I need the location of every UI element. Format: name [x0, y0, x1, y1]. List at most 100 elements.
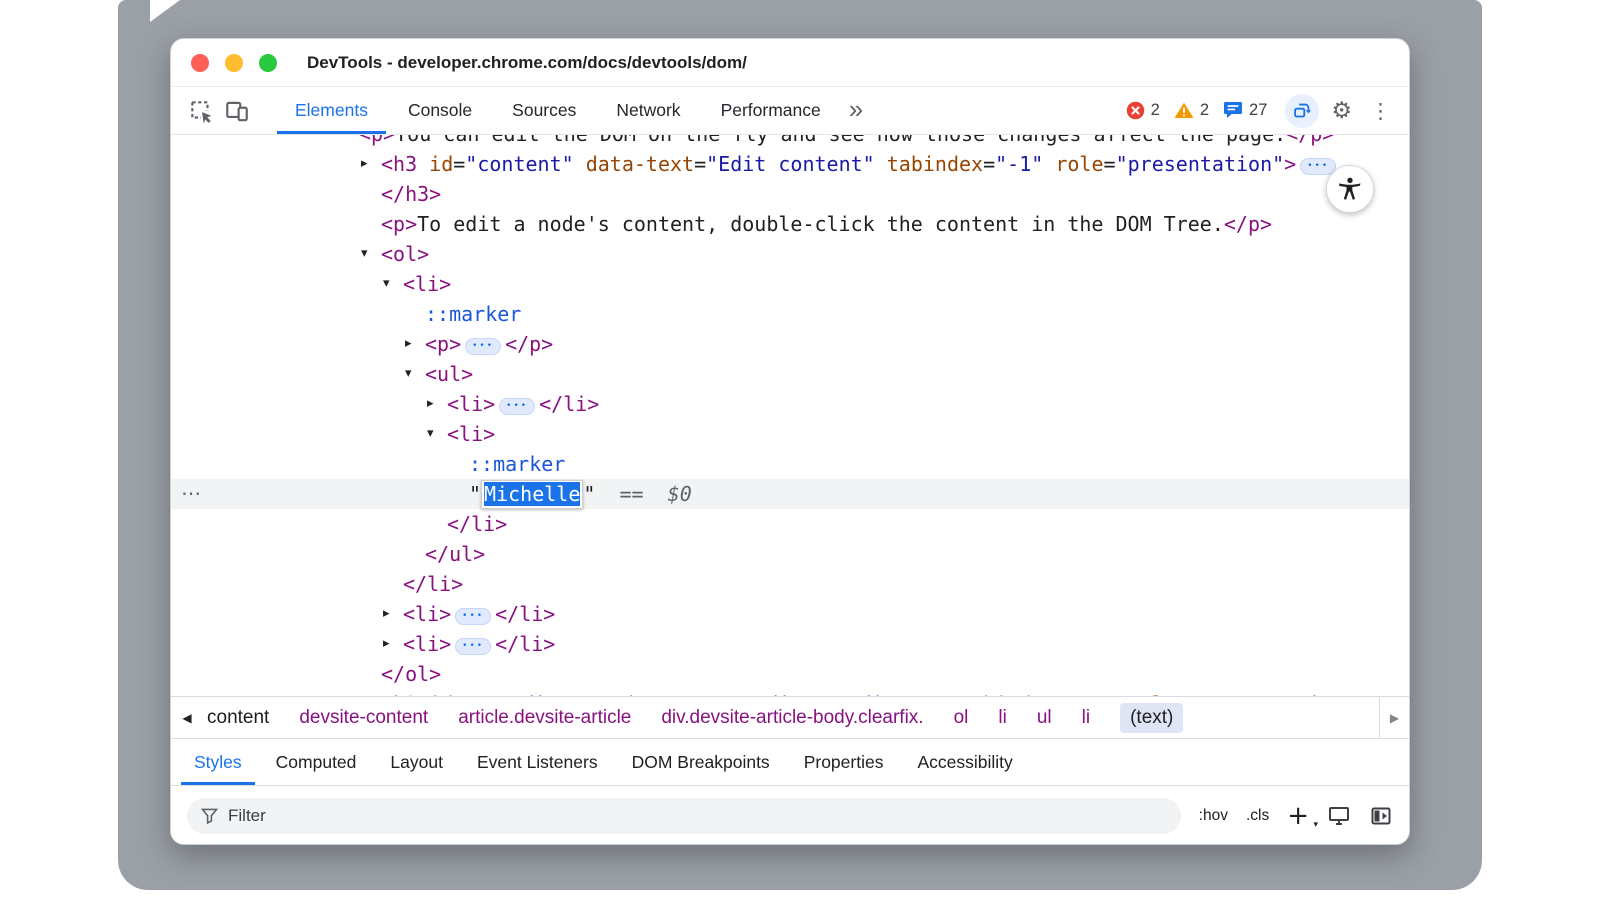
sidebar-tab-layout[interactable]: Layout — [373, 739, 460, 785]
token-quote: " — [469, 482, 481, 506]
settings-button[interactable]: ⚙ — [1331, 98, 1352, 124]
inline-expand-button[interactable]: ••• — [465, 338, 501, 355]
expand-right-icon[interactable]: ▸ — [405, 329, 412, 359]
expand-right-icon[interactable]: ▸ — [427, 389, 434, 419]
token-tag: <li> — [403, 602, 451, 626]
style-filter-input[interactable]: Filter — [187, 798, 1181, 834]
minimize-window-button[interactable] — [225, 54, 243, 72]
token-tag: </ul> — [425, 542, 485, 566]
breadcrumb-item[interactable]: li — [998, 707, 1006, 729]
breadcrumb-item[interactable]: ul — [1037, 707, 1052, 729]
dom-tree-node[interactable]: ▸<li>•••</li> — [171, 389, 1409, 419]
expand-down-icon[interactable]: ▾ — [383, 269, 390, 299]
element-classes-button[interactable]: .cls — [1246, 807, 1269, 825]
sidebar-tab-dom-breakpoints[interactable]: DOM Breakpoints — [615, 739, 787, 785]
dom-tree-node-selected[interactable]: ⋯"Michelle" == $0 — [171, 479, 1409, 509]
dom-tree-node[interactable]: ▾<li> — [171, 269, 1409, 299]
token-text: You can edit the DOM on the fly and see … — [395, 135, 1286, 146]
dom-tree-node[interactable]: ::marker — [171, 299, 1409, 329]
token-attr: data-text — [574, 152, 694, 176]
dom-tree-node[interactable]: </ul> — [171, 539, 1409, 569]
breadcrumb-item-selected[interactable]: (text) — [1120, 703, 1183, 733]
rendering-emulations-button[interactable] — [1327, 804, 1351, 828]
token-quote: " — [583, 482, 595, 506]
dom-tree-node[interactable]: ▾<ul> — [171, 359, 1409, 389]
close-window-button[interactable] — [191, 54, 209, 72]
issues-button[interactable]: 27 — [1223, 101, 1267, 120]
expand-down-icon[interactable]: ▾ — [405, 359, 412, 389]
device-toolbar-button[interactable] — [219, 93, 255, 129]
breadcrumb-item[interactable]: devsite-content — [299, 707, 428, 729]
breadcrumb-scroll-left-button[interactable]: ◀ — [171, 697, 203, 738]
toggle-element-state-button[interactable]: :hov — [1199, 807, 1228, 825]
expand-down-icon[interactable]: ▾ — [427, 419, 434, 449]
breadcrumb-scroll-right-button[interactable]: ▶ — [1379, 697, 1409, 738]
sidebar-tab-properties[interactable]: Properties — [787, 739, 901, 785]
breadcrumb-item[interactable]: content — [207, 707, 269, 729]
token-punct: = — [694, 152, 706, 176]
inspect-element-button[interactable] — [183, 93, 219, 129]
dom-tree-node[interactable]: ▸<li>•••</li> — [171, 629, 1409, 659]
dom-tree-node[interactable]: <p>To edit a node's content, double-clic… — [171, 209, 1409, 239]
breadcrumb-item[interactable]: article.devsite-article — [458, 707, 631, 729]
tab-network[interactable]: Network — [596, 87, 700, 134]
inline-expand-button[interactable]: ••• — [455, 608, 491, 625]
toggle-sidebar-button[interactable] — [1369, 804, 1393, 828]
token-tag: <h3 — [381, 152, 417, 176]
sidebar-tab-styles[interactable]: Styles — [177, 739, 259, 785]
breadcrumb-bar: ◀ content devsite-content article.devsite-… — [171, 696, 1409, 738]
error-icon — [1126, 101, 1145, 120]
expand-down-icon[interactable]: ▾ — [361, 239, 368, 269]
dom-tree-node[interactable]: </ol> — [171, 659, 1409, 689]
tab-console[interactable]: Console — [388, 87, 492, 134]
dom-tree-node[interactable]: ▸<h3 id="attributes" data-text="Edit att… — [171, 689, 1409, 696]
tab-elements[interactable]: Elements — [275, 87, 388, 134]
inline-expand-button[interactable]: ••• — [455, 638, 491, 655]
dom-tree-node[interactable]: </li> — [171, 569, 1409, 599]
screencast-button[interactable] — [1285, 94, 1319, 128]
dom-tree-node[interactable]: ▾<ol> — [171, 239, 1409, 269]
customize-devtools-button[interactable]: ⋮ — [1364, 99, 1397, 123]
console-errors-button[interactable]: 2 — [1126, 101, 1160, 120]
token-punct: = — [1104, 152, 1116, 176]
issues-count: 27 — [1249, 101, 1267, 120]
dom-tree-node[interactable]: <p>You can edit the DOM on the fly and s… — [171, 135, 1409, 149]
accessibility-person-icon — [1336, 175, 1364, 203]
dom-tree-node[interactable]: </li> — [171, 509, 1409, 539]
toolbar-right-icons: ⚙ ⋮ — [1285, 94, 1397, 128]
sidebar-tab-accessibility[interactable]: Accessibility — [900, 739, 1029, 785]
dom-tree: <p> You can edit the DOM on the fly and s… — [171, 135, 1409, 696]
inline-expand-button[interactable]: ••• — [499, 398, 535, 415]
dom-tree-node[interactable]: ▾<li> — [171, 419, 1409, 449]
dom-tree-node[interactable]: ▸<li>•••</li> — [171, 599, 1409, 629]
backdrop-notch — [150, 0, 180, 22]
tab-performance[interactable]: Performance — [701, 87, 841, 134]
dom-tree-node[interactable]: ::marker — [171, 449, 1409, 479]
console-warnings-button[interactable]: 2 — [1174, 101, 1209, 120]
token-tag: > — [1284, 152, 1296, 176]
accessibility-widget-button[interactable] — [1326, 165, 1374, 213]
expand-right-icon[interactable]: ▸ — [383, 629, 390, 659]
breadcrumb-item[interactable]: ol — [954, 707, 969, 729]
node-overflow-icon[interactable]: ⋯ — [181, 479, 201, 507]
token-eq: == — [595, 482, 667, 506]
breadcrumb-item[interactable]: div.devsite-article-body.clearfix. — [661, 707, 923, 729]
expand-right-icon[interactable]: ▸ — [361, 689, 368, 696]
breadcrumb-item[interactable]: li — [1082, 707, 1090, 729]
sidebar-tab-event-listeners[interactable]: Event Listeners — [460, 739, 615, 785]
zoom-window-button[interactable] — [259, 54, 277, 72]
more-tabs-button[interactable]: » — [843, 96, 869, 126]
expand-right-icon[interactable]: ▸ — [383, 599, 390, 629]
dom-tree-node[interactable]: ▸<h3 id="content" data-text="Edit conten… — [171, 149, 1409, 179]
token-tag: <p> — [381, 212, 417, 236]
token-tag: </li> — [495, 632, 555, 656]
sidebar-tab-computed[interactable]: Computed — [259, 739, 374, 785]
token-attr: role — [1043, 152, 1103, 176]
dom-tree-node[interactable]: </h3> — [171, 179, 1409, 209]
new-style-rule-button[interactable]: + ▾ — [1287, 803, 1309, 829]
text-node-editor[interactable]: Michelle — [481, 480, 583, 509]
expand-right-icon[interactable]: ▸ — [361, 149, 368, 179]
dom-tree-node[interactable]: ▸<p>•••</p> — [171, 329, 1409, 359]
tab-sources[interactable]: Sources — [492, 87, 596, 134]
token-text: To edit a node's content, double-click t… — [417, 212, 1224, 236]
